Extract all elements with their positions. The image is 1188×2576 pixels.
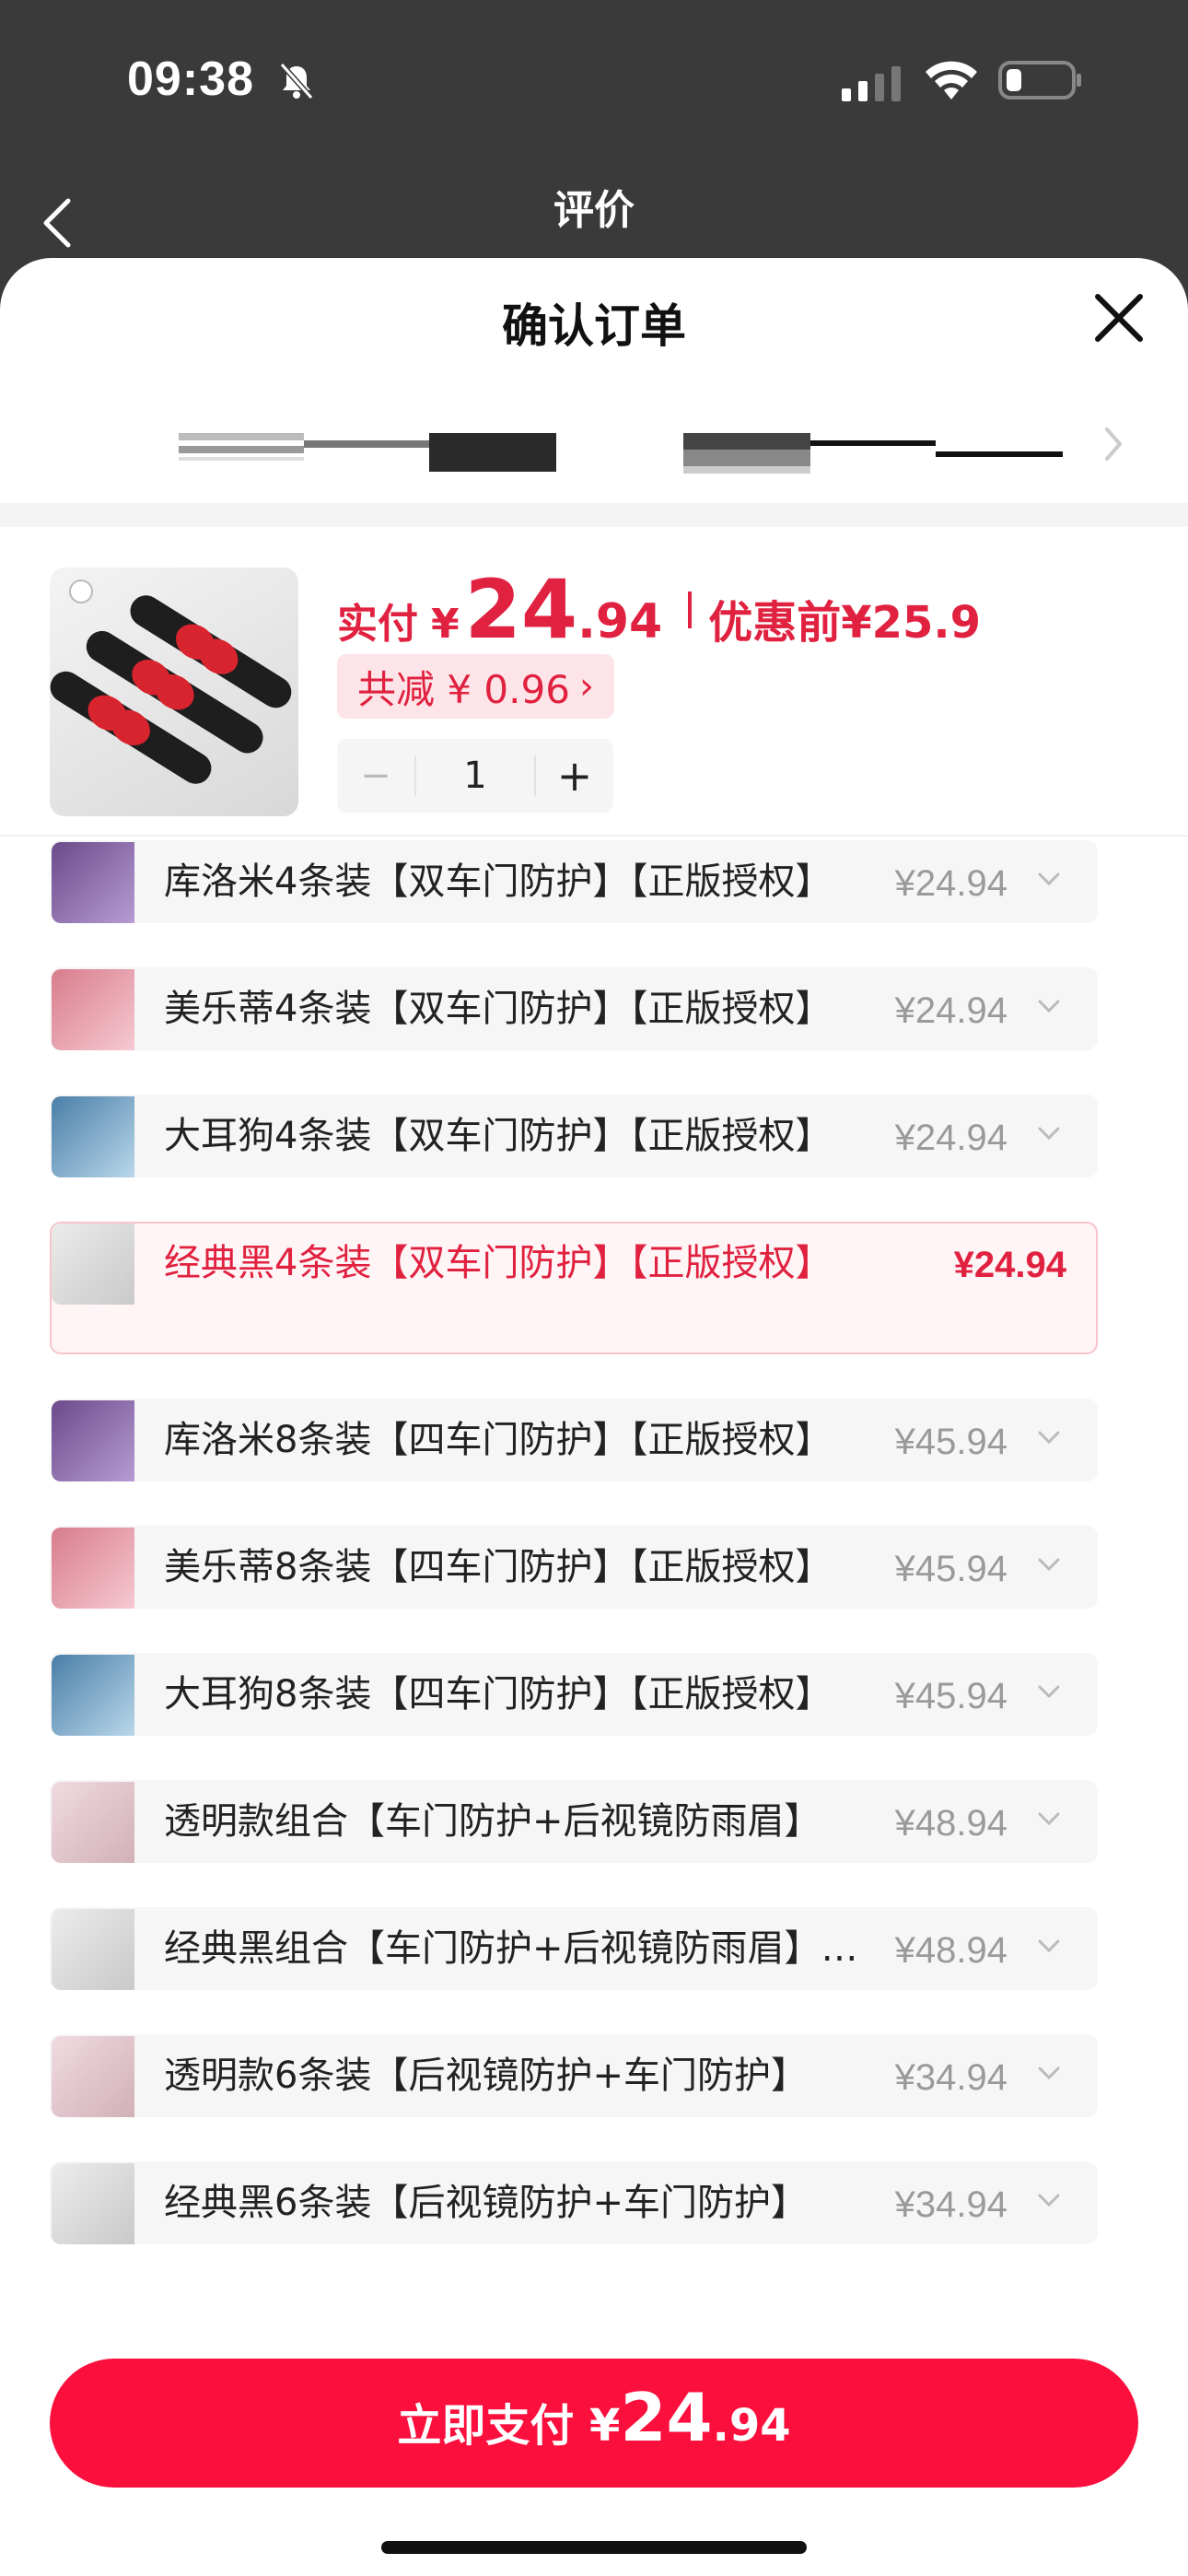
product-image-art (50, 580, 292, 784)
chevron-down-icon[interactable] (1035, 1937, 1063, 1955)
decrement-button[interactable]: − (337, 755, 414, 797)
variant-price: ¥24.94 (953, 1245, 1066, 1285)
status-time: 09:38 (127, 53, 254, 106)
variant-price: ¥24.94 (894, 863, 1007, 904)
background-page-title: 评价 (553, 187, 635, 234)
chevron-right-icon: › (578, 665, 594, 708)
variant-thumbnail (52, 1655, 134, 1736)
variant-price: ¥45.94 (894, 1422, 1007, 1462)
chevron-down-icon[interactable] (1035, 1809, 1063, 1828)
variant-thumbnail (52, 1224, 134, 1305)
variant-option[interactable]: 透明款组合【车门防护+后视镜防雨眉】 ¥48.94 (50, 1780, 1098, 1863)
chevron-down-icon[interactable] (1035, 1555, 1063, 1574)
discount-text: 共减 ¥ 0.96 (357, 666, 570, 712)
variant-price: ¥48.94 (894, 1930, 1007, 1971)
chevron-down-icon[interactable] (1035, 2064, 1063, 2082)
battery-icon (998, 61, 1081, 100)
chevron-down-icon[interactable] (1035, 1428, 1063, 1446)
discount-badge[interactable]: 共减 ¥ 0.96 › (337, 654, 614, 719)
variant-list: 库洛米4条装【双车门防护】【正版授权】 ¥24.94 美乐蒂4条装【双车门防护】【正… (50, 840, 1100, 2289)
original-price-label: 优惠前 (708, 597, 842, 649)
gallery-thumb-left (179, 433, 556, 472)
variant-option[interactable]: 大耳狗4条装【双车门防护】【正版授权】 ¥24.94 (50, 1095, 1098, 1177)
increment-button[interactable]: + (536, 751, 613, 801)
variant-label: 透明款6条装【后视镜防护+车门防护】 (164, 2055, 808, 2097)
original-price: ¥25.9 (841, 597, 982, 649)
chevron-down-icon[interactable] (1035, 1124, 1063, 1142)
variant-option[interactable]: 经典黑4条装【双车门防护】【正版授权】 ¥24.94 (50, 1222, 1098, 1354)
header-divider (0, 835, 1188, 837)
variant-price: ¥24.94 (894, 990, 1007, 1031)
pay-price-integer: 24 (620, 2379, 713, 2456)
currency-symbol: ¥ (431, 601, 460, 648)
bell-muted-icon (279, 63, 314, 100)
pay-price-decimal: .94 (712, 2400, 791, 2452)
variant-label: 透明款组合【车门防护+后视镜防雨眉】 (164, 1800, 821, 1843)
variant-price: ¥45.94 (894, 1676, 1007, 1716)
gallery-thumb-right (683, 433, 1063, 474)
status-bar: 09:38 (0, 0, 1188, 157)
variant-price: ¥45.94 (894, 1549, 1007, 1589)
variant-thumbnail (52, 2163, 134, 2244)
variant-thumbnail (52, 1909, 134, 1990)
variant-label: 经典黑4条装【双车门防护】【正版授权】 (164, 1242, 833, 1284)
pay-now-button[interactable]: 立即支付 ¥ 24 .94 (50, 2359, 1138, 2488)
variant-option[interactable]: 经典黑组合【车门防护+后视镜防雨眉】【正版授权】 ¥48.94 (50, 1907, 1098, 1990)
confirm-order-sheet: 确认订单 实付 ¥ 24 .94 优惠前 ¥25.9 共减 ¥ 0.96 › −… (0, 258, 1188, 2576)
variant-label: 美乐蒂8条装【四车门防护】【正版授权】 (164, 1546, 833, 1588)
pay-label: 立即支付 ¥ (397, 2400, 621, 2452)
quantity-value[interactable]: 1 (414, 755, 536, 796)
variant-label: 库洛米8条装【四车门防护】【正版授权】 (164, 1419, 833, 1461)
chevron-down-icon[interactable] (1035, 997, 1063, 1015)
home-indicator (381, 2541, 807, 2554)
variant-thumbnail (52, 1528, 134, 1609)
product-image[interactable] (50, 568, 298, 816)
variant-price: ¥48.94 (894, 1803, 1007, 1844)
variant-label: 大耳狗8条装【四车门防护】【正版授权】 (164, 1673, 833, 1715)
variant-option[interactable]: 大耳狗8条装【四车门防护】【正版授权】 ¥45.94 (50, 1653, 1098, 1736)
sheet-title: 确认订单 (502, 299, 686, 353)
price-separator (688, 591, 693, 628)
price-decimal: .94 (577, 594, 663, 650)
variant-option[interactable]: 经典黑6条装【后视镜防护+车门防护】 ¥34.94 (50, 2161, 1098, 2244)
variant-price: ¥34.94 (894, 2184, 1007, 2225)
close-icon[interactable] (1087, 286, 1151, 350)
variant-thumbnail (52, 969, 134, 1050)
paid-label: 实付 (337, 601, 418, 648)
chevron-down-icon[interactable] (1035, 870, 1063, 888)
variant-label: 美乐蒂4条装【双车门防护】【正版授权】 (164, 988, 833, 1030)
variant-label: 大耳狗4条装【双车门防护】【正版授权】 (164, 1115, 833, 1157)
variant-thumbnail (52, 2036, 134, 2117)
variant-price: ¥34.94 (894, 2057, 1007, 2098)
price-summary: 实付 ¥ 24 .94 优惠前 ¥25.9 (337, 562, 981, 657)
variant-thumbnail (52, 1400, 134, 1481)
price-integer: 24 (464, 562, 578, 657)
chevron-down-icon[interactable] (1035, 2191, 1063, 2209)
variant-option[interactable]: 美乐蒂4条装【双车门防护】【正版授权】 ¥24.94 (50, 967, 1098, 1050)
chevron-down-icon[interactable] (1035, 1682, 1063, 1701)
variant-option[interactable]: 库洛米4条装【双车门防护】【正版授权】 ¥24.94 (50, 840, 1098, 923)
variant-label: 库洛米4条装【双车门防护】【正版授权】 (164, 861, 833, 903)
variant-option[interactable]: 库洛米8条装【四车门防护】【正版授权】 ¥45.94 (50, 1399, 1098, 1481)
wifi-icon (926, 61, 977, 100)
variant-image-strip[interactable] (0, 396, 1188, 498)
variant-label: 经典黑6条装【后视镜防护+车门防护】 (164, 2182, 808, 2224)
cellular-signal-icon (842, 66, 901, 101)
variant-label: 经典黑组合【车门防护+后视镜防雨眉】【正版授权】 (164, 1927, 871, 1970)
variant-price: ¥24.94 (894, 1118, 1007, 1158)
variant-option[interactable]: 美乐蒂8条装【四车门防护】【正版授权】 ¥45.94 (50, 1526, 1098, 1609)
variant-option[interactable]: 透明款6条装【后视镜防护+车门防护】 ¥34.94 (50, 2034, 1098, 2117)
variant-thumbnail (52, 1096, 134, 1177)
quantity-stepper: − 1 + (337, 739, 613, 813)
section-divider (0, 503, 1188, 527)
variant-thumbnail (52, 1782, 134, 1863)
variant-thumbnail (52, 842, 134, 923)
gallery-next-chevron-icon[interactable] (1098, 416, 1129, 472)
